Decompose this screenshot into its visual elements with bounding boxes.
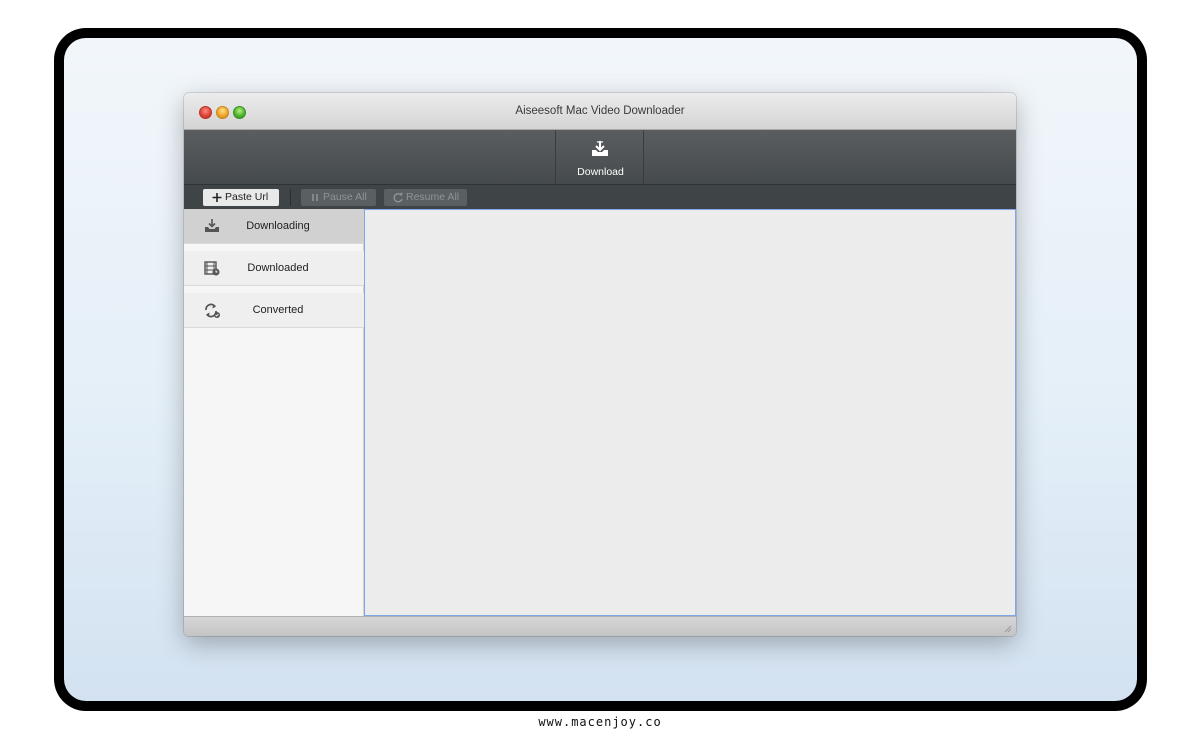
app-window: Aiseesoft Mac Video Downloader Download …	[184, 93, 1016, 636]
status-bar	[184, 616, 1016, 636]
pause-icon	[312, 194, 318, 201]
film-clock-icon	[204, 261, 220, 276]
window-title: Aiseesoft Mac Video Downloader	[515, 105, 685, 117]
sidebar-item-label: Downloading	[246, 220, 310, 232]
download-list-area[interactable]	[364, 209, 1016, 616]
download-tab-button[interactable]: Download	[555, 130, 644, 184]
refresh-icon	[393, 192, 403, 203]
resize-grip-icon[interactable]	[1002, 623, 1012, 633]
sidebar-item-downloading[interactable]: Downloading	[184, 209, 364, 244]
action-bar: Paste Url Pause All Resume All	[184, 184, 1016, 209]
pause-all-button[interactable]: Pause All	[301, 189, 376, 206]
sidebar-item-label: Converted	[252, 304, 304, 316]
paste-url-button[interactable]: Paste Url	[203, 189, 279, 206]
download-tray-icon	[205, 219, 219, 232]
title-bar: Aiseesoft Mac Video Downloader	[184, 93, 1016, 130]
download-tab-label: Download	[577, 166, 624, 178]
sidebar-item-label: Downloaded	[247, 262, 309, 274]
download-tray-icon	[592, 141, 608, 156]
sidebar-item-converted[interactable]: Converted	[184, 293, 364, 328]
plus-icon	[212, 193, 222, 202]
pause-all-label: Pause All	[323, 191, 367, 203]
sidebar: Downloading Downloaded Converted	[184, 209, 364, 616]
resume-all-label: Resume All	[406, 191, 460, 203]
watermark: www.macenjoy.co	[538, 715, 662, 729]
resume-all-button[interactable]: Resume All	[384, 189, 467, 206]
main-toolbar: Download	[184, 130, 1016, 184]
sidebar-item-downloaded[interactable]: Downloaded	[184, 251, 364, 286]
convert-arrows-icon	[205, 303, 220, 318]
action-divider	[290, 189, 291, 206]
paste-url-label: Paste Url	[225, 191, 269, 203]
